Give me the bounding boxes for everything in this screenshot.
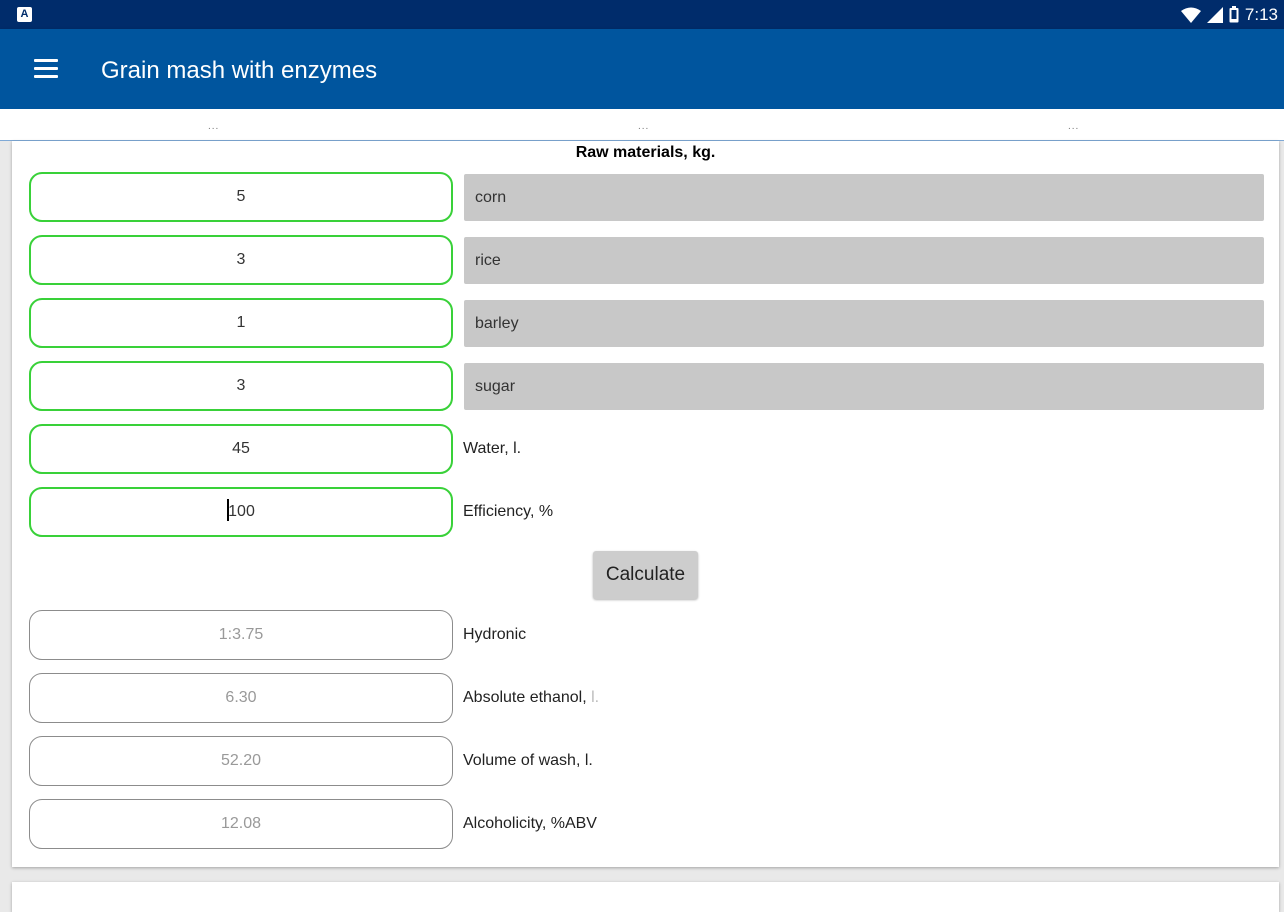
hamburger-menu-icon[interactable] (34, 59, 58, 79)
notification-icon: A (17, 7, 32, 22)
result-row: 6.30 Absolute ethanol, l. (29, 673, 1269, 723)
corn-amount-input[interactable]: 5 (29, 172, 453, 222)
clock: 7:13 (1244, 4, 1278, 24)
tab-indicator[interactable]: ... (1068, 121, 1079, 132)
wash-volume-output: 52.20 (29, 736, 453, 786)
wash-volume-label: Volume of wash, l. (463, 752, 593, 769)
text-cursor (227, 498, 230, 521)
tab-strip: ... ... ... (0, 109, 1284, 141)
app-title: Grain mash with enzymes (101, 57, 378, 84)
raw-material-row: 5 corn (29, 172, 1269, 222)
rice-material-select[interactable]: rice (464, 237, 1264, 284)
hydronic-label: Hydronic (463, 626, 527, 643)
wifi-icon (1180, 7, 1201, 23)
tab-indicator[interactable]: ... (208, 121, 219, 132)
raw-material-row: 1 barley (29, 298, 1269, 348)
app-bar: Grain mash with enzymes (0, 29, 1284, 109)
alcoholicity-label: Alcoholicity, %ABV (463, 815, 597, 832)
corn-material-select[interactable]: corn (464, 174, 1264, 221)
calculator-card: Raw materials, kg. 5 corn 3 rice 1 barle… (12, 141, 1279, 867)
ethanol-label-text: Absolute ethanol, (463, 689, 587, 706)
ethanol-unit: l. (591, 689, 600, 706)
rice-amount-input[interactable]: 3 (29, 235, 453, 285)
alcoholicity-output: 12.08 (29, 799, 453, 849)
result-row: 52.20 Volume of wash, l. (29, 736, 1269, 786)
tab-indicator[interactable]: ... (638, 121, 649, 132)
water-row: 45 Water, l. (29, 424, 1269, 474)
next-card (12, 882, 1279, 912)
calculate-button[interactable]: Calculate (593, 551, 698, 599)
ethanol-output: 6.30 (29, 673, 453, 723)
result-row: 1:3.75 Hydronic (29, 610, 1269, 660)
barley-material-select[interactable]: barley (464, 300, 1264, 347)
status-icons: 7:13 (1180, 4, 1278, 25)
barley-amount-input[interactable]: 1 (29, 298, 453, 348)
water-input[interactable]: 45 (29, 424, 453, 474)
signal-icon (1206, 6, 1223, 23)
sugar-amount-input[interactable]: 3 (29, 361, 453, 411)
raw-materials-title: Raw materials, kg. (575, 144, 716, 161)
efficiency-value: 100 (228, 503, 255, 520)
status-bar: A 7:13 (0, 0, 1284, 29)
raw-material-row: 3 rice (29, 235, 1269, 285)
efficiency-label: Efficiency, % (463, 503, 554, 520)
efficiency-input[interactable]: 100 (29, 487, 453, 537)
raw-material-row: 3 sugar (29, 361, 1269, 411)
result-row: 12.08 Alcoholicity, %ABV (29, 799, 1269, 849)
battery-icon (1229, 6, 1239, 23)
water-label: Water, l. (463, 440, 522, 457)
efficiency-row: 100 Efficiency, % (29, 487, 1269, 537)
sugar-material-select[interactable]: sugar (464, 363, 1264, 410)
hydronic-output: 1:3.75 (29, 610, 453, 660)
ethanol-label: Absolute ethanol, l. (463, 673, 599, 723)
